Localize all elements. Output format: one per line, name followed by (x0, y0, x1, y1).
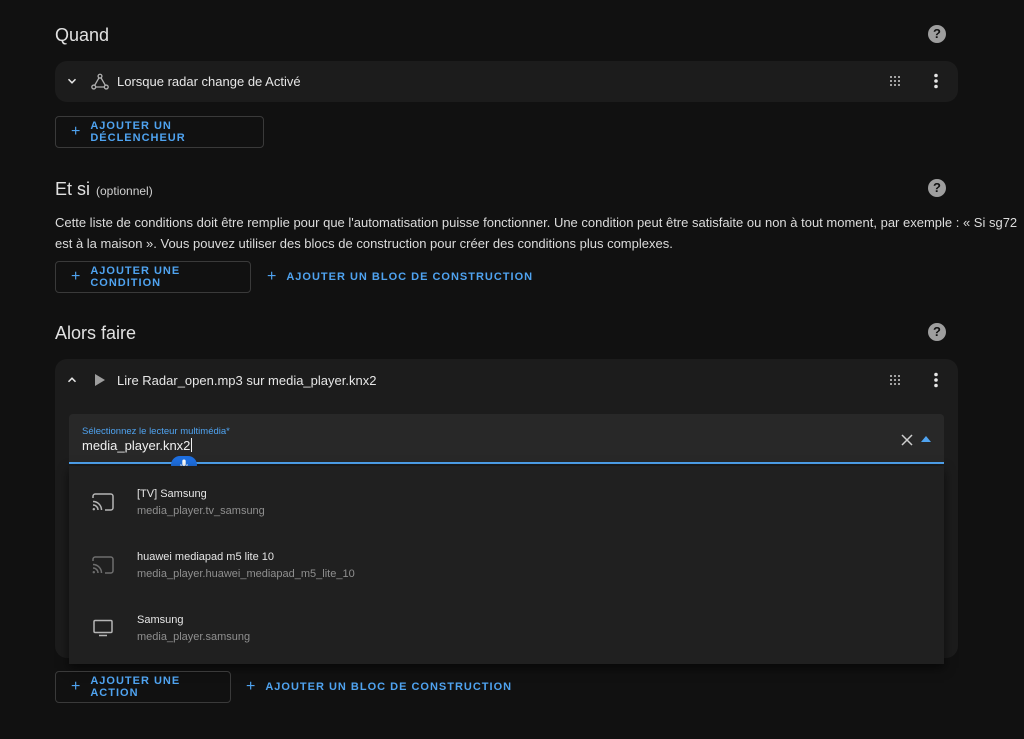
more-vertical-icon[interactable] (933, 372, 939, 388)
drag-handle-icon[interactable] (889, 374, 901, 386)
add-trigger-label: AJOUTER UN DÉCLENCHEUR (90, 120, 186, 144)
conditions-header: Et si (optionnel) (55, 179, 153, 200)
optional-tag: (optionnel) (96, 184, 153, 198)
plus-icon: + (267, 268, 277, 285)
when-help-icon[interactable]: ? (928, 25, 946, 43)
option-name: [TV] Samsung (137, 488, 207, 500)
monitor-icon (93, 619, 113, 637)
drag-handle-icon[interactable] (889, 75, 901, 87)
plus-icon: + (71, 678, 81, 695)
list-item[interactable]: Samsung media_player.samsung (69, 602, 944, 662)
cast-icon (92, 556, 114, 574)
option-name: huawei mediapad m5 lite 10 (137, 551, 274, 563)
option-id: media_player.samsung (137, 631, 251, 643)
list-item[interactable]: huawei mediapad m5 lite 10 media_player.… (69, 539, 944, 599)
option-id: media_player.huawei_mediapad_m5_lite_10 (137, 568, 355, 580)
media-player-select-value-text: media_player.knx2 (82, 438, 191, 453)
add-building-block-action-label: AJOUTER UN BLOC DE CONSTRUCTION (265, 681, 513, 693)
conditions-help-icon[interactable]: ? (928, 179, 946, 197)
state-trigger-icon (91, 73, 109, 90)
conditions-description-line2: est à la maison ». Vous pouvez utiliser … (55, 236, 673, 251)
media-player-select-value[interactable]: media_player.knx2 (82, 438, 193, 453)
add-action-label: AJOUTER UNE ACTION (90, 675, 181, 699)
list-item[interactable]: [TV] Samsung media_player.tv_samsung (69, 476, 944, 536)
media-player-select-label: Sélectionnez le lecteur multimédia* (82, 426, 230, 437)
add-building-block-condition-button[interactable]: + AJOUTER UN BLOC DE CONSTRUCTION (267, 261, 533, 293)
more-vertical-icon[interactable] (933, 73, 939, 89)
add-building-block-condition-label: AJOUTER UN BLOC DE CONSTRUCTION (286, 271, 534, 283)
add-trigger-button[interactable]: + AJOUTER UN DÉCLENCHEUR (55, 116, 264, 148)
conditions-description-line1: Cette liste de conditions doit être remp… (55, 215, 1018, 230)
add-building-block-action-button[interactable]: + AJOUTER UN BLOC DE CONSTRUCTION (246, 671, 512, 703)
plus-icon: + (71, 123, 81, 140)
actions-section-title: Alors faire (55, 323, 137, 343)
chevron-down-icon[interactable] (65, 74, 79, 88)
plus-icon: + (246, 678, 256, 695)
option-name: Samsung (137, 614, 184, 626)
when-section-title: Quand (55, 25, 110, 45)
action-text: Lire Radar_open.mp3 sur media_player.knx… (117, 373, 377, 388)
media-player-options-list: [TV] Samsung media_player.tv_samsung hua… (69, 466, 944, 664)
chevron-up-icon[interactable] (65, 373, 79, 387)
add-condition-button[interactable]: + AJOUTER UNE CONDITION (55, 261, 251, 293)
add-action-button[interactable]: + AJOUTER UNE ACTION (55, 671, 231, 703)
add-condition-label: AJOUTER UNE CONDITION (90, 265, 181, 289)
dropdown-arrow-up-icon[interactable] (921, 436, 931, 442)
actions-help-icon[interactable]: ? (928, 323, 946, 341)
media-player-select[interactable]: Sélectionnez le lecteur multimédia* medi… (69, 414, 944, 464)
play-icon (95, 374, 105, 386)
text-cursor (191, 438, 193, 452)
trigger-card[interactable]: Lorsque radar change de Activé (55, 61, 958, 102)
cast-icon (92, 493, 114, 511)
trigger-text: Lorsque radar change de Activé (117, 74, 301, 89)
conditions-section-title: Et si (55, 179, 91, 199)
conditions-description: Cette liste de conditions doit être remp… (55, 212, 1018, 254)
plus-icon: + (71, 268, 81, 285)
clear-icon[interactable] (901, 434, 913, 446)
option-id: media_player.tv_samsung (137, 505, 265, 517)
